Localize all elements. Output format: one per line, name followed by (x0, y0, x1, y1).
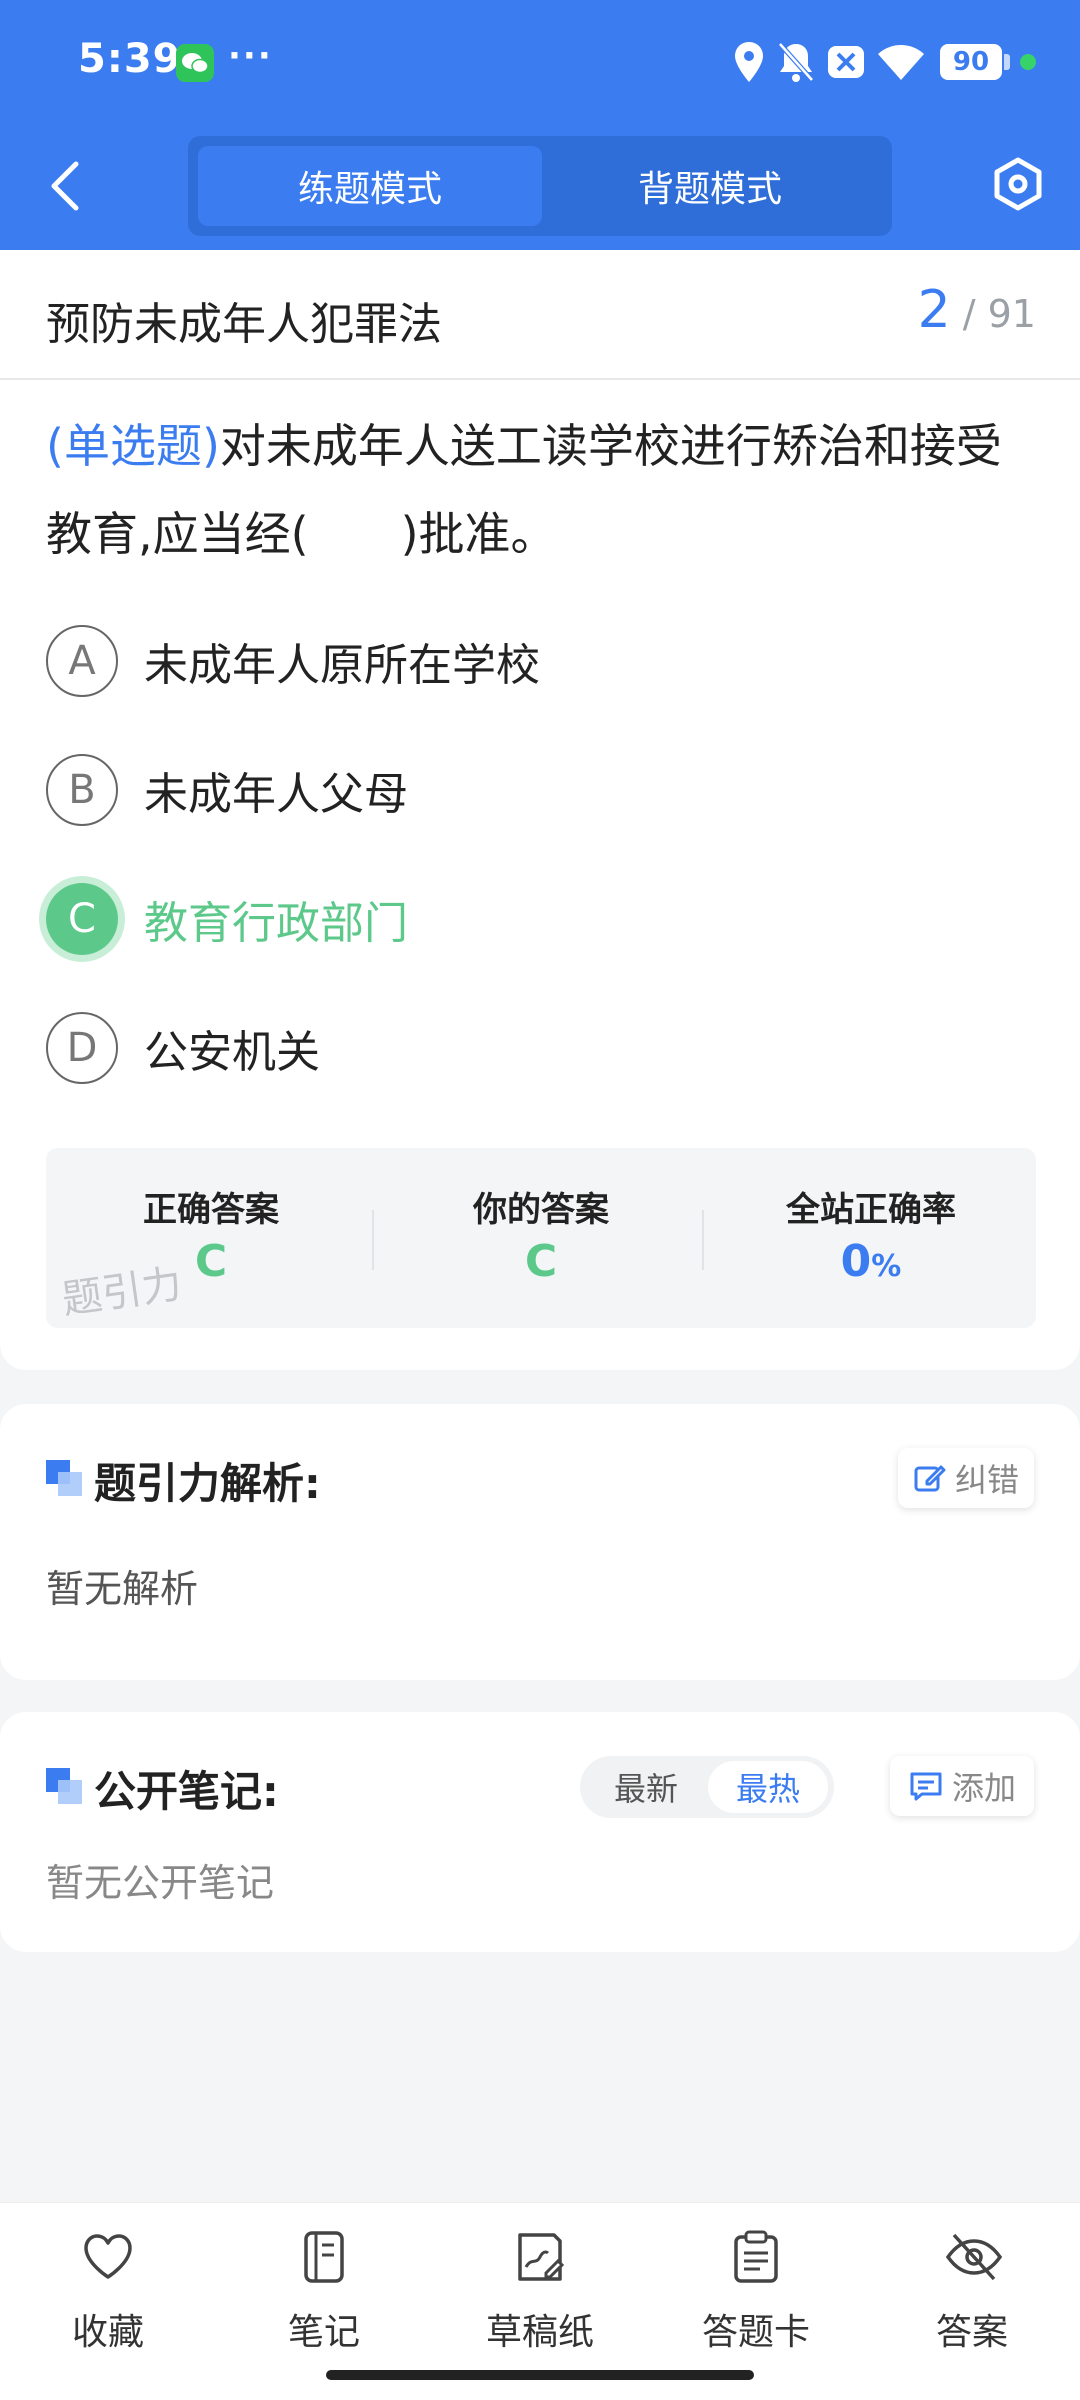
status-time: 5:39 (78, 36, 182, 82)
battery-cap (1004, 54, 1010, 70)
question-type: (单选题) (46, 419, 220, 473)
add-note-button[interactable]: 添加 (890, 1756, 1034, 1816)
back-icon[interactable] (42, 158, 88, 214)
site-accuracy-value: 0% (706, 1236, 1036, 1287)
report-error-label: 纠错 (954, 1461, 1019, 1499)
bell-off-icon (778, 42, 814, 82)
status-bar: 5:39 ··· 90 (0, 0, 1080, 126)
option-c[interactable]: C 教育行政部门 (46, 882, 408, 956)
notes-sort-switch: 最新 最热 (580, 1756, 834, 1818)
correct-answer-label: 正确答案 (143, 1190, 279, 1230)
tab-label: 答题卡 (701, 2312, 810, 2353)
privacy-indicator-dot (1020, 54, 1036, 70)
option-letter: C (46, 883, 118, 955)
divider (702, 1210, 704, 1270)
tab-answer-sheet[interactable]: 答题卡 (648, 2229, 864, 2379)
close-box-icon (828, 46, 864, 78)
answer-result-panel: 正确答案 C 你的答案 C 全站正确率 0% 题引力 (46, 1148, 1036, 1328)
sort-hottest[interactable]: 最热 (708, 1761, 828, 1813)
battery-indicator: 90 (940, 44, 1002, 80)
edit-icon (914, 1465, 946, 1492)
analysis-empty-text: 暂无解析 (46, 1567, 199, 1611)
heart-icon (84, 2234, 132, 2279)
option-text: 公安机关 (144, 1027, 320, 1078)
your-answer: 你的答案 C (376, 1148, 706, 1328)
option-a[interactable]: A 未成年人原所在学校 (46, 624, 540, 698)
question-card: 预防未成年人犯罪法 2 / 91 (单选题)对未成年人送工读学校进行矫治和接受教… (0, 250, 1080, 1370)
analysis-title: 题引力解析: (94, 1459, 321, 1508)
tab-label: 笔记 (287, 2312, 360, 2353)
analysis-card: 题引力解析: 纠错 暂无解析 (0, 1404, 1080, 1680)
eye-off-icon (945, 2233, 1003, 2281)
comment-icon (910, 1772, 942, 1801)
divider (0, 378, 1080, 380)
option-text: 未成年人父母 (144, 769, 408, 820)
public-notes-title: 公开笔记: (94, 1767, 279, 1816)
option-d[interactable]: D 公安机关 (46, 1011, 320, 1085)
your-answer-value: C (524, 1236, 558, 1287)
total-questions: / 91 (962, 292, 1036, 336)
notes-empty-text: 暂无公开笔记 (46, 1861, 275, 1905)
option-letter: B (46, 754, 118, 826)
section-marker-icon (46, 1768, 82, 1804)
option-letter: A (46, 625, 118, 697)
settings-icon[interactable] (988, 154, 1048, 214)
report-error-button[interactable]: 纠错 (898, 1448, 1034, 1508)
wechat-icon (176, 44, 214, 82)
tab-label: 收藏 (71, 2312, 144, 2353)
option-letter: D (46, 1012, 118, 1084)
tab-recite-mode[interactable]: 背题模式 (538, 146, 882, 226)
notebook-icon (304, 2231, 344, 2283)
your-answer-label: 你的答案 (473, 1190, 609, 1230)
site-accuracy: 全站正确率 0% (706, 1148, 1036, 1328)
site-accuracy-label: 全站正确率 (786, 1190, 956, 1230)
option-text: 未成年人原所在学校 (144, 640, 540, 691)
home-indicator[interactable] (326, 2370, 754, 2380)
current-question-number: 2 (917, 280, 951, 340)
tab-practice-mode[interactable]: 练题模式 (198, 146, 542, 226)
tab-show-answer[interactable]: 答案 (864, 2229, 1080, 2379)
subject-title: 预防未成年人犯罪法 (46, 299, 442, 350)
question-text: (单选题)对未成年人送工读学校进行矫治和接受教育,应当经( )批准。 (46, 402, 1046, 578)
option-text: 教育行政部门 (144, 898, 408, 949)
section-marker-icon (46, 1460, 82, 1496)
sort-newest[interactable]: 最新 (586, 1761, 706, 1813)
draft-icon (518, 2233, 565, 2281)
tab-notes[interactable]: 笔记 (216, 2229, 432, 2379)
tab-label: 草稿纸 (485, 2312, 594, 2353)
clipboard-icon (734, 2230, 778, 2283)
add-note-label: 添加 (951, 1769, 1016, 1807)
mode-switch: 练题模式 背题模式 (188, 136, 892, 236)
tab-label: 答案 (935, 2312, 1008, 2353)
tab-favorite[interactable]: 收藏 (0, 2229, 216, 2379)
divider (372, 1210, 374, 1270)
wifi-icon (878, 45, 924, 80)
site-accuracy-unit: % (871, 1249, 902, 1284)
public-notes-card: 公开笔记: 最新 最热 添加 暂无公开笔记 (0, 1712, 1080, 1952)
option-b[interactable]: B 未成年人父母 (46, 753, 408, 827)
location-icon (735, 42, 763, 82)
more-notifications-icon: ··· (228, 36, 273, 76)
site-accuracy-number: 0 (840, 1236, 872, 1287)
question-counter: 2 / 91 (918, 280, 1036, 340)
tab-draft-paper[interactable]: 草稿纸 (432, 2229, 648, 2379)
